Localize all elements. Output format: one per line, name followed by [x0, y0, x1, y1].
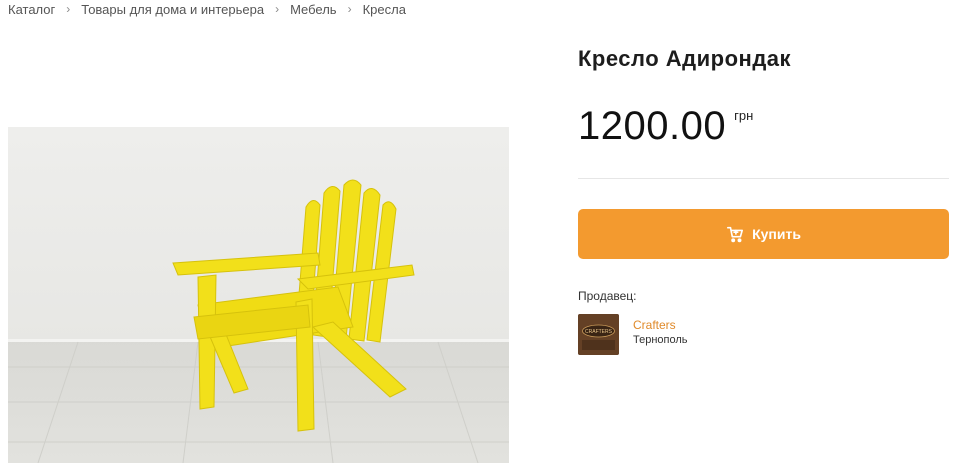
product-image[interactable] [8, 127, 509, 463]
buy-button-label: Купить [752, 226, 801, 242]
buy-button[interactable]: Купить [578, 209, 949, 259]
seller-card: CRAFTERS Crafters Тернополь [578, 314, 688, 355]
price-row: 1200.00 грн [578, 100, 753, 152]
seller-name-link[interactable]: Crafters [633, 318, 688, 332]
chevron-right-icon: › [66, 2, 71, 16]
divider [578, 178, 949, 179]
breadcrumb: Каталог › Товары для дома и интерьера › … [8, 0, 406, 18]
seller-city: Тернополь [633, 333, 688, 346]
seller-label: Продавец: [578, 289, 637, 303]
seller-logo-text: CRAFTERS [585, 329, 613, 335]
breadcrumb-item-chairs[interactable]: Кресла [363, 2, 406, 17]
chevron-right-icon: › [275, 2, 280, 16]
yellow-chair-illustration [8, 127, 509, 463]
product-page: Каталог › Товары для дома и интерьера › … [0, 0, 956, 468]
price-currency: грн [734, 108, 754, 123]
breadcrumb-item-furniture[interactable]: Мебель [290, 2, 337, 17]
product-title: Кресло Адирондак [578, 46, 792, 71]
breadcrumb-item-catalog[interactable]: Каталог [8, 2, 55, 17]
cart-icon [726, 225, 744, 243]
breadcrumb-item-home-goods[interactable]: Товары для дома и интерьера [81, 2, 264, 17]
seller-logo[interactable]: CRAFTERS [578, 314, 619, 355]
seller-info: Crafters Тернополь [633, 318, 688, 346]
chevron-right-icon: › [347, 2, 352, 16]
product-price: 1200.00 [578, 104, 727, 148]
